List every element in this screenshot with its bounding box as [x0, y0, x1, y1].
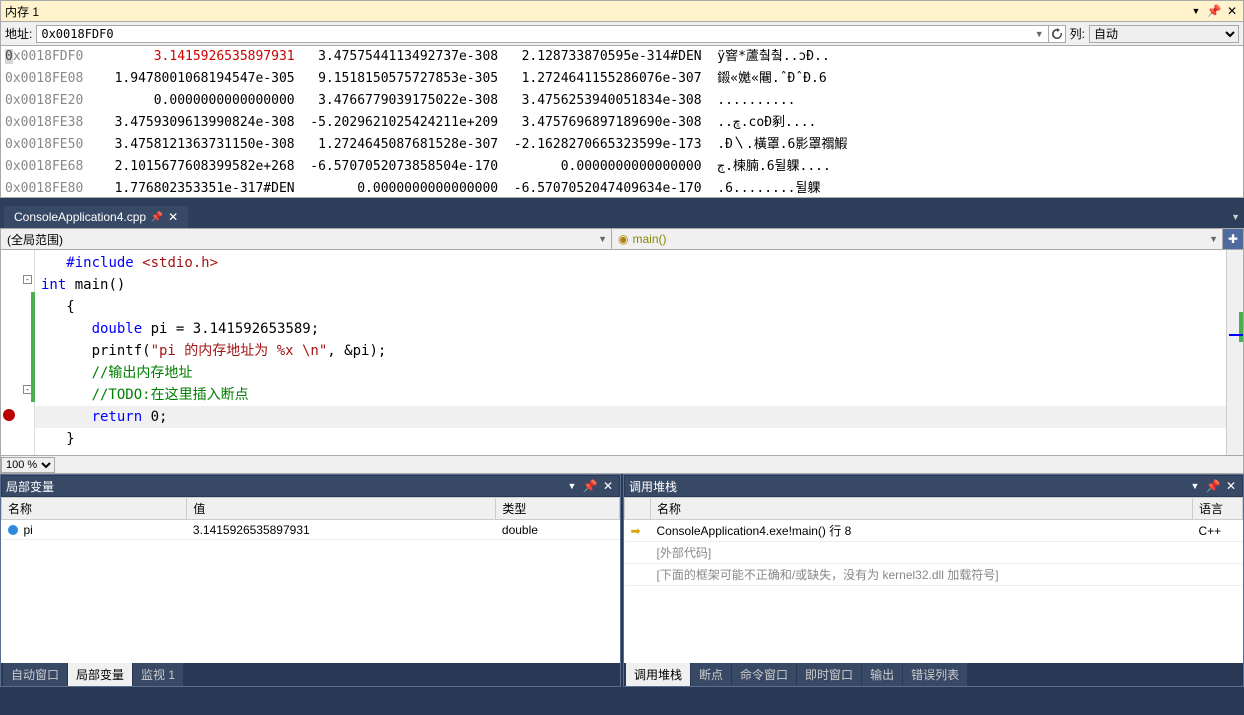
tab-dropdown-icon[interactable]: ▼	[1231, 212, 1240, 222]
panel-tab[interactable]: 命令窗口	[732, 663, 796, 686]
file-tab[interactable]: ConsoleApplication4.cpp 📌 ✕	[4, 206, 188, 228]
memory-row: 0x0018FE68 2.1015677608399582e+268 -6.57…	[1, 156, 1243, 178]
panel-tab[interactable]: 自动窗口	[3, 663, 67, 686]
pin-icon[interactable]: 📌	[1207, 4, 1221, 18]
col-type[interactable]: 类型	[496, 498, 620, 520]
memory-panel-header: 内存 1 ▼ 📌 ✕	[0, 0, 1244, 22]
close-icon[interactable]: ✕	[168, 210, 178, 224]
code-line[interactable]: printf("pi 的内存地址为 %x \n", &pi);	[35, 340, 1226, 362]
panel-tab[interactable]: 监视 1	[133, 663, 183, 686]
code-line[interactable]: double pi = 3.141592653589;	[35, 318, 1226, 340]
code-line[interactable]: int main()	[35, 274, 1226, 296]
table-row[interactable]: pi 3.1415926535897931 double	[2, 520, 620, 540]
memory-view[interactable]: 0x0018FDF0 3.1415926535897931 3.47575441…	[0, 46, 1244, 198]
current-frame-icon: ➡	[631, 524, 641, 534]
zoom-bar: 100 %	[0, 456, 1244, 474]
close-icon[interactable]: ✕	[1225, 4, 1239, 18]
editor-gutter[interactable]: - - ➡	[1, 250, 35, 455]
pin-icon[interactable]: 📌	[583, 479, 597, 493]
locals-title: 局部变量	[6, 478, 565, 495]
address-label: 地址:	[5, 25, 32, 42]
zoom-select[interactable]: 100 %	[1, 457, 55, 473]
memory-row: 0x0018FDF0 3.1415926535897931 3.47575441…	[1, 46, 1243, 68]
table-row[interactable]: [下面的框架可能不正确和/或缺失，没有为 kernel32.dll 加载符号]	[625, 564, 1243, 586]
fold-toggle[interactable]: -	[23, 275, 32, 284]
columns-label: 列:	[1070, 25, 1085, 42]
callstack-table: 名称 语言 ➡ConsoleApplication4.exe!main() 行 …	[624, 497, 1243, 586]
memory-row: 0x0018FE38 3.4759309613990824e-308 -5.20…	[1, 112, 1243, 134]
address-input[interactable]	[36, 25, 1048, 43]
memory-row: 0x0018FE80 1.776802353351e-317#DEN 0.000…	[1, 178, 1243, 198]
breakpoint-icon[interactable]	[3, 409, 15, 421]
refresh-button[interactable]	[1048, 25, 1066, 43]
pin-icon[interactable]: 📌	[1206, 479, 1220, 493]
memory-toolbar: 地址: ▼ 列: 自动	[0, 22, 1244, 46]
table-row[interactable]: [外部代码]	[625, 542, 1243, 564]
locals-body[interactable]: 名称 值 类型 pi 3.1415926535897931 double	[1, 497, 620, 663]
memory-row: 0x0018FE50 3.4758121363731150e-308 1.272…	[1, 134, 1243, 156]
col-lang[interactable]: 语言	[1193, 498, 1243, 520]
editor-tab-bar: ConsoleApplication4.cpp 📌 ✕ ▼	[0, 198, 1244, 228]
fold-toggle[interactable]: -	[23, 385, 32, 394]
edge-line-marker	[1229, 334, 1243, 336]
panel-tab[interactable]: 输出	[862, 663, 902, 686]
col-name[interactable]: 名称	[651, 498, 1193, 520]
col-value[interactable]: 值	[187, 498, 496, 520]
panel-tab[interactable]: 局部变量	[68, 663, 132, 686]
pin-icon[interactable]: 📌	[152, 212, 162, 222]
callstack-title: 调用堆栈	[629, 478, 1188, 495]
variable-icon	[8, 525, 18, 535]
close-icon[interactable]: ✕	[1224, 479, 1238, 493]
locals-header: 局部变量 ▼ 📌 ✕	[1, 475, 620, 497]
code-line[interactable]: #include <stdio.h>	[35, 252, 1226, 274]
dropdown-icon[interactable]: ▼	[1189, 4, 1203, 18]
scope-method-select[interactable]: ◉ main() ▼	[612, 229, 1223, 249]
memory-panel-title: 内存 1	[5, 3, 1189, 20]
memory-row: 0x0018FE20 0.0000000000000000 3.47667790…	[1, 90, 1243, 112]
panel-tab[interactable]: 错误列表	[903, 663, 967, 686]
address-dropdown-icon[interactable]: ▼	[1035, 29, 1044, 39]
callstack-tab-strip: 调用堆栈断点命令窗口即时窗口输出错误列表	[624, 663, 1243, 686]
callstack-body[interactable]: 名称 语言 ➡ConsoleApplication4.exe!main() 行 …	[624, 497, 1243, 663]
locals-table: 名称 值 类型 pi 3.1415926535897931 double	[1, 497, 620, 540]
close-icon[interactable]: ✕	[601, 479, 615, 493]
code-line[interactable]: {	[35, 296, 1226, 318]
chevron-down-icon: ▼	[1209, 234, 1218, 244]
chevron-down-icon: ▼	[598, 234, 607, 244]
code-line[interactable]: }	[35, 428, 1226, 450]
vertical-scrollbar[interactable]	[1226, 250, 1243, 455]
panel-tab[interactable]: 调用堆栈	[626, 663, 690, 686]
memory-row: 0x0018FE08 1.9478001068194547e-305 9.151…	[1, 68, 1243, 90]
code-line[interactable]: return 0;	[35, 406, 1226, 428]
scope-global-select[interactable]: (全局范围) ▼	[1, 229, 612, 249]
locals-tab-strip: 自动窗口局部变量监视 1	[1, 663, 620, 686]
panel-tab[interactable]: 即时窗口	[797, 663, 861, 686]
edge-marker	[1239, 312, 1243, 342]
code-line[interactable]: //TODO:在这里插入断点	[35, 384, 1226, 406]
code-editor[interactable]: - - ➡ #include <stdio.h>int main() { dou…	[0, 250, 1244, 456]
code-line[interactable]: //输出内存地址	[35, 362, 1226, 384]
callstack-header: 调用堆栈 ▼ 📌 ✕	[624, 475, 1243, 497]
file-tab-label: ConsoleApplication4.cpp	[14, 210, 146, 224]
code-content[interactable]: #include <stdio.h>int main() { double pi…	[35, 250, 1226, 455]
panel-tab[interactable]: 断点	[691, 663, 731, 686]
dropdown-icon[interactable]: ▼	[1188, 479, 1202, 493]
scope-bar: (全局范围) ▼ ◉ main() ▼ ✚	[0, 228, 1244, 250]
dropdown-icon[interactable]: ▼	[565, 479, 579, 493]
method-icon: ◉	[618, 232, 628, 246]
columns-select[interactable]: 自动	[1089, 25, 1239, 43]
table-row[interactable]: ➡ConsoleApplication4.exe!main() 行 8C++	[625, 520, 1243, 542]
add-button[interactable]: ✚	[1223, 229, 1243, 249]
col-name[interactable]: 名称	[2, 498, 187, 520]
